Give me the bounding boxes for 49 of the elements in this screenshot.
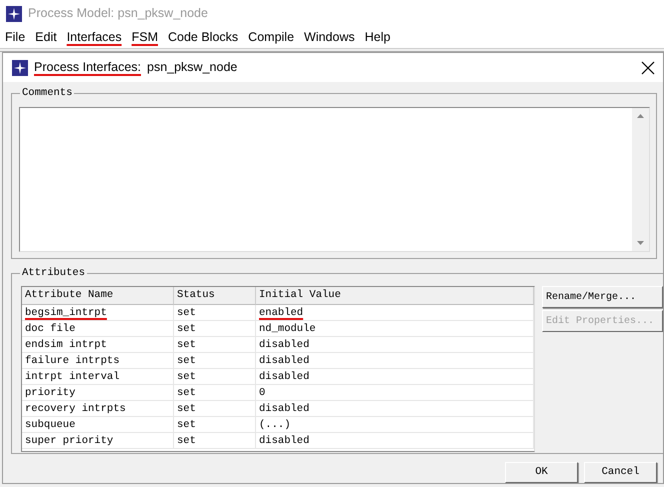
menu-item[interactable]: Help <box>360 29 396 46</box>
table-cell: enabled <box>256 305 534 321</box>
side-button[interactable]: Rename/Merge... <box>542 286 663 308</box>
menu-item[interactable]: Compile <box>243 29 300 46</box>
table-cell: (...) <box>256 417 534 433</box>
table-cell: set <box>174 417 256 433</box>
table-cell: set <box>174 305 256 321</box>
table-cell: failure intrpts <box>22 353 174 369</box>
menu-item[interactable]: Interfaces <box>62 29 127 46</box>
table-cell: super priority <box>22 433 174 449</box>
app-icon <box>12 60 28 76</box>
app-icon <box>6 6 22 22</box>
table-cell: set <box>174 433 256 449</box>
table-cell: doc file <box>22 321 174 337</box>
table-cell: nd_module <box>256 321 534 337</box>
close-icon[interactable] <box>641 60 655 74</box>
menu-item[interactable]: Code Blocks <box>162 29 244 46</box>
window-title: Process Model: psn_pksw_node <box>28 5 208 22</box>
scrollbar[interactable] <box>632 108 649 251</box>
table-cell: set <box>174 321 256 337</box>
comments-field[interactable] <box>19 107 650 252</box>
menu-item[interactable]: FSM <box>126 29 163 46</box>
table-cell: disabled <box>256 353 534 369</box>
menu-item[interactable]: Edit <box>30 29 62 46</box>
table-cell: intrpt interval <box>22 369 174 385</box>
table-cell: set <box>174 401 256 417</box>
dialog-title: psn_pksw_node <box>147 59 238 76</box>
table-cell: set <box>174 337 256 353</box>
table-cell: set <box>174 353 256 369</box>
column-header[interactable]: Attribute Name <box>22 287 174 305</box>
table-cell: disabled <box>256 401 534 417</box>
table-cell: disabled <box>256 337 534 353</box>
dialog-button[interactable]: OK <box>505 462 578 483</box>
table-cell: disabled <box>256 433 534 449</box>
table-cell: subqueue <box>22 417 174 433</box>
table-cell: recovery intrpts <box>22 401 174 417</box>
table-cell: disabled <box>256 369 534 385</box>
column-header[interactable]: Initial Value <box>256 287 534 305</box>
column-header[interactable]: Status <box>174 287 256 305</box>
dialog-title: Process Interfaces: <box>34 59 141 76</box>
table-cell: endsim intrpt <box>22 337 174 353</box>
table-cell: set <box>174 369 256 385</box>
dialog-button[interactable]: Cancel <box>584 462 657 483</box>
menu-item[interactable]: File <box>0 29 30 46</box>
table-cell: 0 <box>256 385 534 401</box>
table-cell: priority <box>22 385 174 401</box>
menu-item[interactable]: Windows <box>299 29 360 46</box>
table-cell: begsim_intrpt <box>22 305 174 321</box>
table-cell: set <box>174 385 256 401</box>
